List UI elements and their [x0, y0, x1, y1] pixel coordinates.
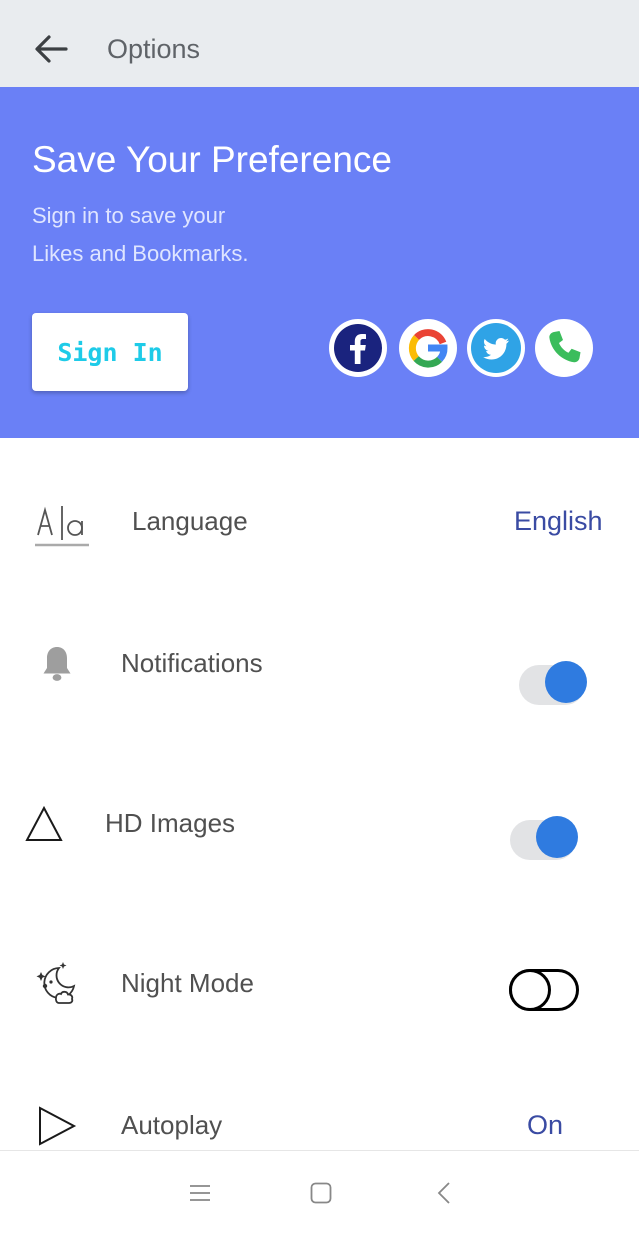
twitter-login-button[interactable] — [467, 319, 525, 377]
language-setting-row[interactable]: Language English — [0, 482, 639, 562]
autoplay-label: Autoplay — [121, 1110, 223, 1140]
arrow-left-icon[interactable] — [30, 28, 72, 70]
play-icon — [39, 1106, 77, 1146]
sign-in-button[interactable]: Sign In — [32, 313, 188, 391]
moon-icon — [36, 962, 76, 1004]
google-icon — [408, 329, 448, 368]
toggle-knob — [545, 661, 587, 703]
menu-icon[interactable] — [186, 1179, 214, 1207]
top-app-bar: Options — [0, 0, 639, 87]
night-mode-label: Night Mode — [121, 968, 254, 998]
toggle-knob — [536, 816, 578, 858]
banner-subtitle-line2: Likes and Bookmarks. — [32, 241, 249, 266]
twitter-icon — [471, 323, 521, 373]
banner-title: Save Your Preference — [32, 139, 392, 180]
language-label: Language — [132, 506, 248, 536]
facebook-icon — [334, 324, 382, 372]
sign-in-banner: Save Your Preference Sign in to save you… — [0, 87, 639, 438]
banner-subtitle-line1: Sign in to save your — [32, 203, 226, 228]
back-chevron-icon[interactable] — [430, 1179, 458, 1207]
phone-login-button[interactable] — [535, 319, 593, 377]
notifications-setting-row: Notifications — [0, 636, 639, 716]
notifications-toggle[interactable] — [519, 657, 589, 707]
autoplay-setting-row[interactable]: Autoplay On — [0, 1100, 639, 1150]
toggle-knob — [509, 969, 551, 1011]
triangle-icon — [25, 805, 63, 841]
autoplay-value[interactable]: On — [527, 1110, 563, 1141]
phone-icon — [549, 331, 581, 363]
home-square-icon[interactable] — [307, 1179, 335, 1207]
system-navigation-bar — [0, 1150, 639, 1234]
language-icon — [35, 506, 89, 547]
notifications-label: Notifications — [121, 648, 263, 678]
hd-images-label: HD Images — [105, 808, 236, 838]
google-login-button[interactable] — [399, 319, 457, 377]
night-mode-toggle[interactable] — [509, 969, 579, 1011]
language-value[interactable]: English — [514, 506, 603, 537]
hd-images-setting-row: HD Images — [0, 798, 639, 878]
facebook-login-button[interactable] — [329, 319, 387, 377]
bell-icon — [43, 647, 71, 681]
hd-images-toggle[interactable] — [510, 812, 580, 862]
page-title: Options — [107, 34, 201, 64]
